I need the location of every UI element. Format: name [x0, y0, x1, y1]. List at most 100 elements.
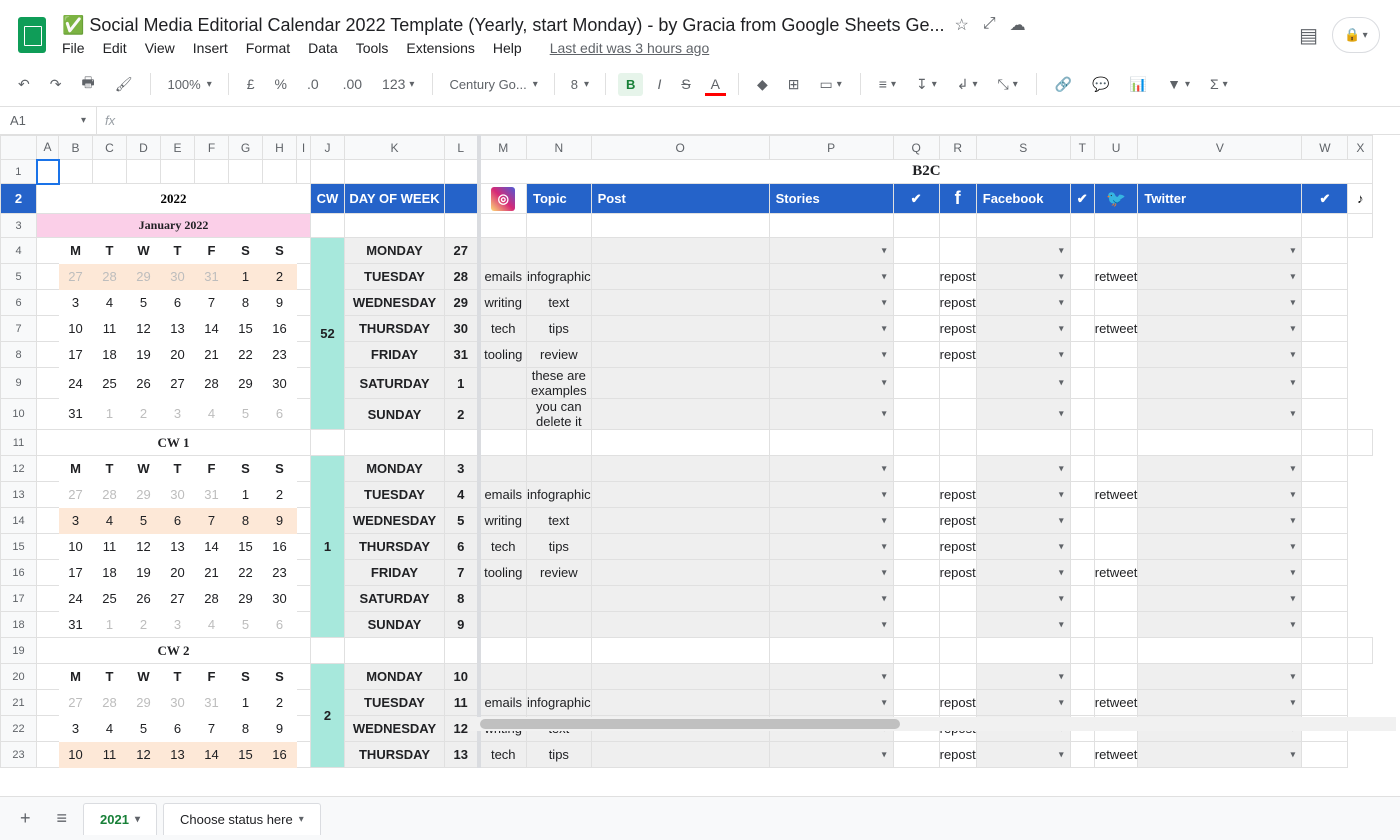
col-P[interactable]: P [769, 136, 893, 160]
fb-status-dropdown[interactable]: ▾ [976, 264, 1070, 290]
comment-button[interactable]: 💬 [1086, 72, 1115, 97]
tw-status-dropdown[interactable]: ▾ [1138, 316, 1302, 342]
twitter-cell[interactable]: retweet [1094, 560, 1138, 586]
col-M[interactable]: M [479, 136, 527, 160]
twitter-cell[interactable] [1094, 342, 1138, 368]
menu-insert[interactable]: Insert [193, 40, 228, 56]
post-cell[interactable] [527, 238, 592, 264]
last-edit-info[interactable]: Last edit was 3 hours ago [550, 40, 710, 56]
post-cell[interactable]: infographic [527, 264, 592, 290]
fb-status-dropdown[interactable]: ▾ [976, 290, 1070, 316]
merge-button[interactable]: ▭▾ [814, 72, 848, 97]
twitter-cell[interactable]: retweet [1094, 264, 1138, 290]
insta-status-dropdown[interactable]: ▾ [769, 690, 893, 716]
zoom-select[interactable]: 100%▾ [163, 75, 215, 94]
menu-extensions[interactable]: Extensions [406, 40, 474, 56]
twitter-cell[interactable] [1094, 290, 1138, 316]
post-cell[interactable] [527, 586, 592, 612]
topic-cell[interactable] [479, 612, 527, 638]
row-11[interactable]: 11 [1, 430, 37, 456]
facebook-cell[interactable]: repost [939, 742, 976, 768]
fb-status-dropdown[interactable]: ▾ [976, 399, 1070, 430]
col-T[interactable]: T [1070, 136, 1094, 160]
col-R[interactable]: R [939, 136, 976, 160]
row-6[interactable]: 6 [1, 290, 37, 316]
stories-cell[interactable] [591, 560, 769, 586]
facebook-cell[interactable] [939, 238, 976, 264]
insta-status-dropdown[interactable]: ▾ [769, 664, 893, 690]
insta-status-dropdown[interactable]: ▾ [769, 560, 893, 586]
fb-status-dropdown[interactable]: ▾ [976, 586, 1070, 612]
post-cell[interactable]: infographic [527, 482, 592, 508]
fb-status-dropdown[interactable]: ▾ [976, 534, 1070, 560]
stories-cell[interactable] [591, 508, 769, 534]
comments-icon[interactable]: ▤ [1299, 23, 1318, 48]
row-4[interactable]: 4 [1, 238, 37, 264]
col-K[interactable]: K [345, 136, 445, 160]
row-5[interactable]: 5 [1, 264, 37, 290]
horizontal-scrollbar[interactable] [470, 717, 1396, 731]
twitter-cell[interactable] [1094, 534, 1138, 560]
col-L[interactable]: L [445, 136, 479, 160]
insta-status-dropdown[interactable]: ▾ [769, 482, 893, 508]
print-button[interactable]: 🖶 [75, 68, 100, 100]
wrap-button[interactable]: ↲▾ [951, 72, 984, 97]
twitter-cell[interactable] [1094, 612, 1138, 638]
fb-status-dropdown[interactable]: ▾ [976, 238, 1070, 264]
row-7[interactable]: 7 [1, 316, 37, 342]
topic-cell[interactable] [479, 238, 527, 264]
row-21[interactable]: 21 [1, 690, 37, 716]
insta-status-dropdown[interactable]: ▾ [769, 742, 893, 768]
stories-cell[interactable] [591, 742, 769, 768]
facebook-cell[interactable] [939, 586, 976, 612]
insta-status-dropdown[interactable]: ▾ [769, 508, 893, 534]
fb-status-dropdown[interactable]: ▾ [976, 342, 1070, 368]
menu-help[interactable]: Help [493, 40, 522, 56]
text-color-button[interactable]: A [705, 72, 726, 96]
tw-status-dropdown[interactable]: ▾ [1138, 690, 1302, 716]
share-button[interactable]: 🔒▾ [1332, 17, 1380, 53]
decrease-decimal-button[interactable]: .0 [301, 72, 329, 96]
row-18[interactable]: 18 [1, 612, 37, 638]
col-C[interactable]: C [93, 136, 127, 160]
row-8[interactable]: 8 [1, 342, 37, 368]
col-X[interactable]: X [1348, 136, 1373, 160]
row-17[interactable]: 17 [1, 586, 37, 612]
row-2[interactable]: 2 [1, 184, 37, 214]
redo-button[interactable]: ↷ [44, 72, 68, 97]
row-13[interactable]: 13 [1, 482, 37, 508]
tw-status-dropdown[interactable]: ▾ [1138, 482, 1302, 508]
row-10[interactable]: 10 [1, 399, 37, 430]
row-22[interactable]: 22 [1, 716, 37, 742]
topic-cell[interactable]: tooling [479, 560, 527, 586]
twitter-cell[interactable] [1094, 238, 1138, 264]
tw-status-dropdown[interactable]: ▾ [1138, 368, 1302, 399]
post-cell[interactable]: you can delete it [527, 399, 592, 430]
post-cell[interactable]: tips [527, 742, 592, 768]
insta-status-dropdown[interactable]: ▾ [769, 264, 893, 290]
facebook-cell[interactable]: repost [939, 534, 976, 560]
link-button[interactable]: 🔗 [1049, 72, 1078, 97]
stories-cell[interactable] [591, 586, 769, 612]
fb-status-dropdown[interactable]: ▾ [976, 316, 1070, 342]
fb-status-dropdown[interactable]: ▾ [976, 664, 1070, 690]
tab-2021[interactable]: 2021▾ [83, 803, 157, 835]
more-formats-button[interactable]: 123▾ [376, 72, 420, 96]
twitter-cell[interactable] [1094, 508, 1138, 534]
twitter-cell[interactable]: retweet [1094, 482, 1138, 508]
insta-status-dropdown[interactable]: ▾ [769, 586, 893, 612]
row-19[interactable]: 19 [1, 638, 37, 664]
stories-cell[interactable] [591, 342, 769, 368]
topic-cell[interactable]: emails [479, 482, 527, 508]
v-align-button[interactable]: ↧▾ [910, 72, 943, 97]
bold-button[interactable]: B [618, 73, 643, 96]
menu-tools[interactable]: Tools [356, 40, 389, 56]
twitter-cell[interactable]: retweet [1094, 742, 1138, 768]
col-G[interactable]: G [229, 136, 263, 160]
insta-status-dropdown[interactable]: ▾ [769, 368, 893, 399]
facebook-cell[interactable] [939, 612, 976, 638]
insta-status-dropdown[interactable]: ▾ [769, 290, 893, 316]
topic-cell[interactable] [479, 586, 527, 612]
facebook-cell[interactable] [939, 399, 976, 430]
tab-choose-status[interactable]: Choose status here▾ [163, 803, 321, 835]
